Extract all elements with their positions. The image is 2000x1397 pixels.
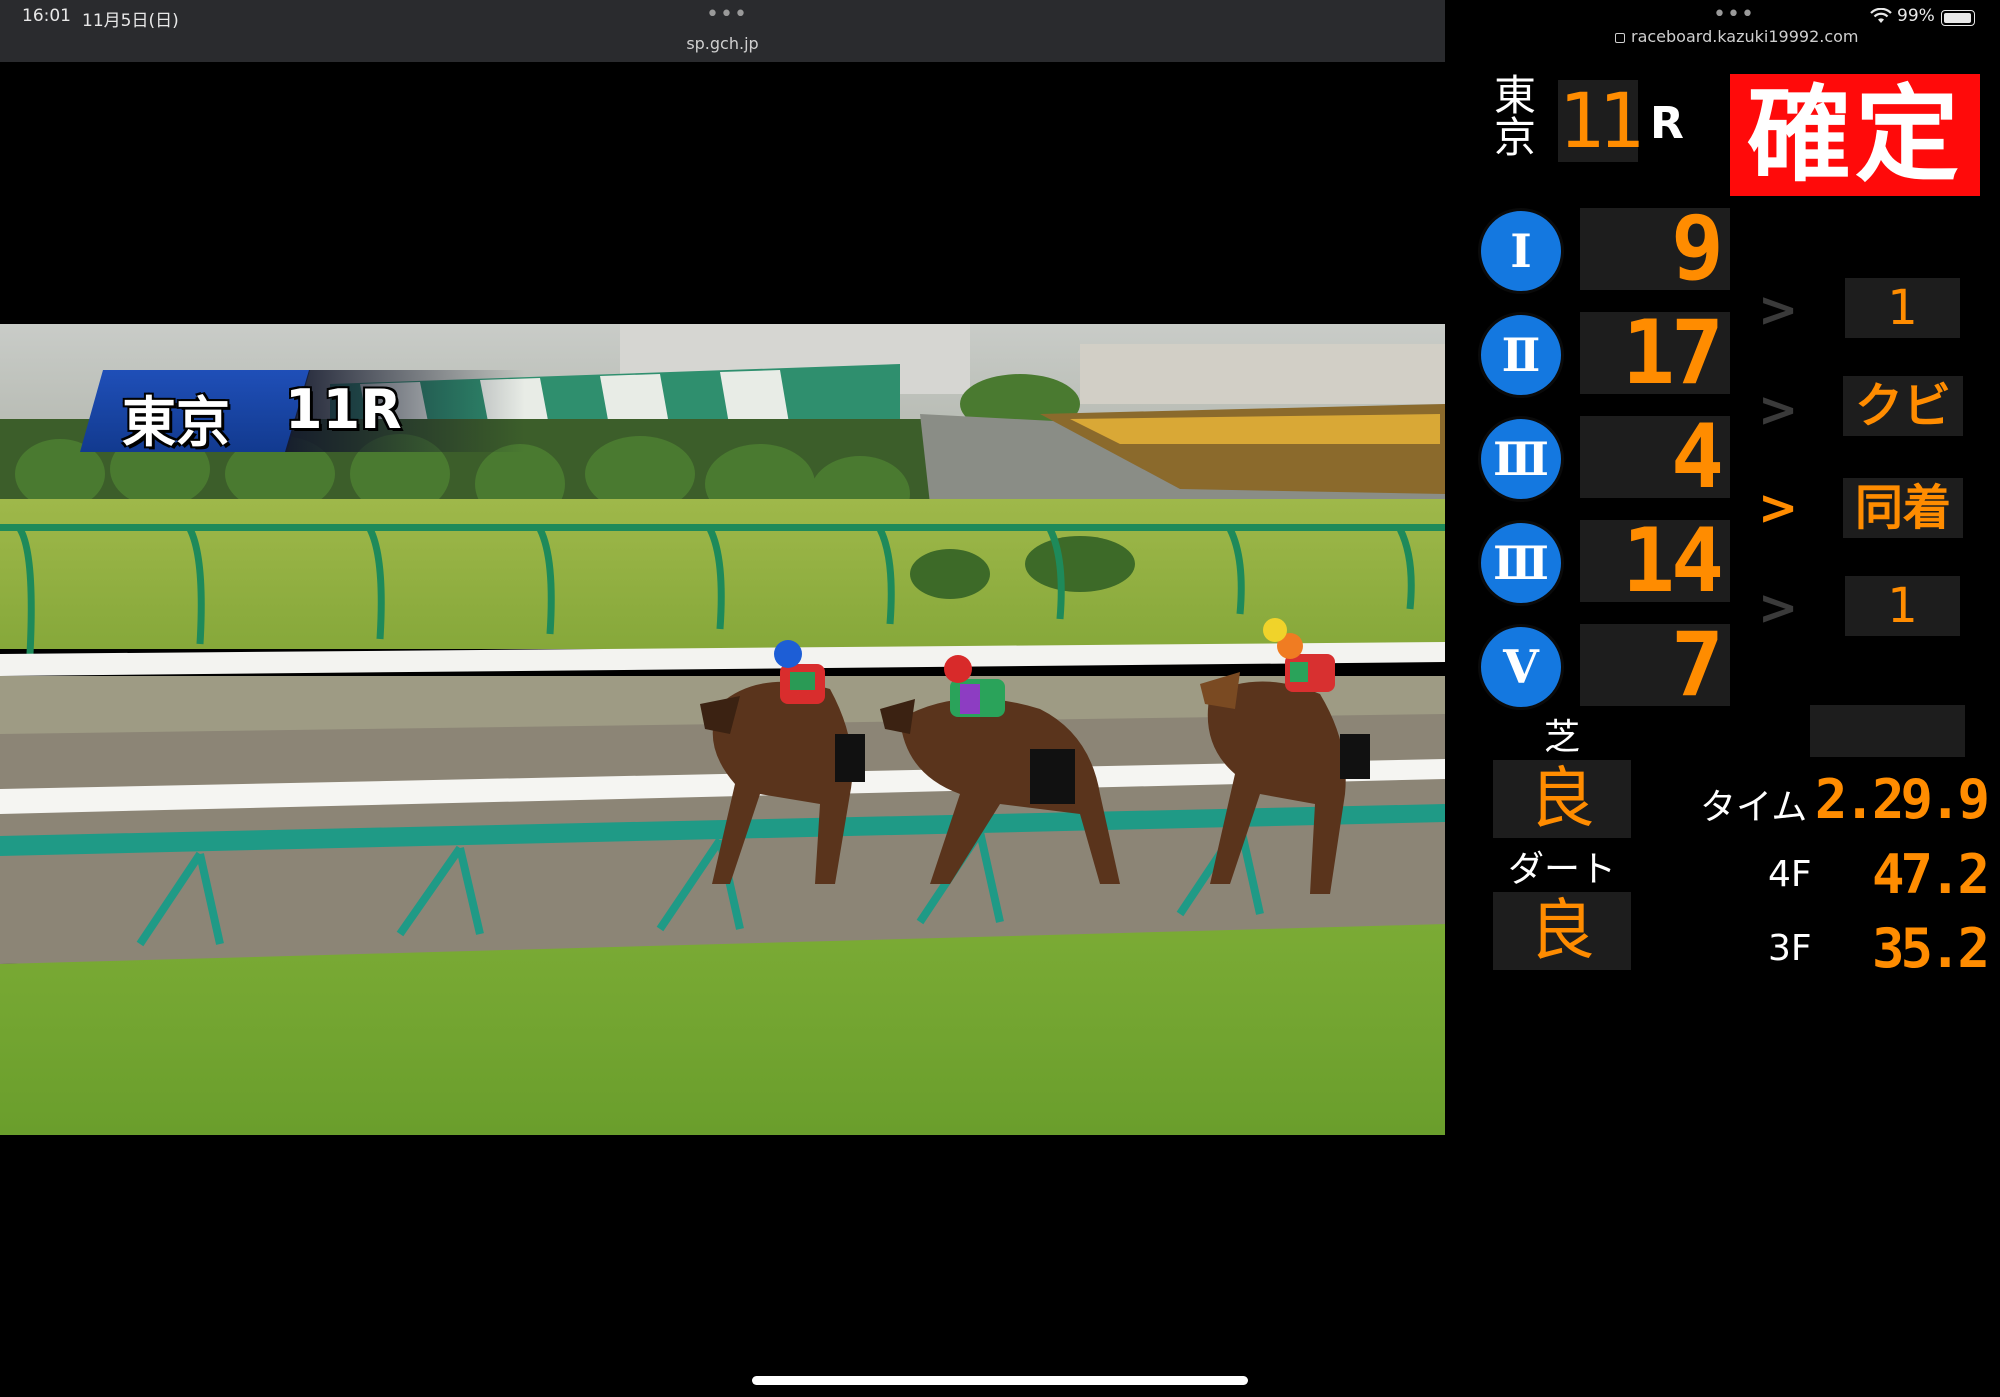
- multitask-dots-icon[interactable]: •••: [706, 2, 748, 27]
- right-browser-pane: ••• raceboard.kazuki19992.com 99% 東京 11 …: [1445, 0, 2000, 1397]
- dirt-label: ダート: [1507, 849, 1616, 890]
- rank-3b-horse-number: 14: [1580, 517, 1730, 605]
- board-race-suffix: R: [1650, 98, 1684, 149]
- video-race-banner: 東京 11R: [80, 370, 525, 454]
- board-track-name: 東京: [1493, 71, 1536, 162]
- status-time: 16:01: [22, 6, 71, 26]
- rank-3b-icon: Ⅲ: [1478, 520, 1564, 606]
- margin-value-4: 1: [1845, 576, 1960, 636]
- left-status-bar: 16:01 11月5日(日) ••• sp.gch.jp: [0, 0, 1445, 62]
- rank-5-horse-number: 7: [1580, 621, 1730, 709]
- margin-value-3: 同着: [1843, 478, 1963, 538]
- multitask-dots-icon-right[interactable]: •••: [1713, 2, 1755, 27]
- blank-indicator-box: [1810, 705, 1965, 757]
- rank-3-icon: Ⅲ: [1478, 416, 1564, 502]
- margin-arrow-3: >: [1758, 480, 1799, 536]
- url-text: raceboard.kazuki19992.com: [1631, 27, 1859, 46]
- status-date: 11月5日(日): [82, 11, 179, 31]
- last-3f-value: 35.2: [1871, 917, 1990, 980]
- battery-percentage: 99%: [1897, 6, 1935, 26]
- last-4f-label: 4F: [1768, 854, 1812, 895]
- banner-race-number: 11R: [285, 378, 402, 441]
- margin-arrow-1: >: [1758, 282, 1799, 338]
- result-status-badge: 確定: [1730, 74, 1980, 196]
- home-indicator[interactable]: [752, 1376, 1248, 1385]
- left-browser-pane: 16:01 11月5日(日) ••• sp.gch.jp 東京 11R: [0, 0, 1445, 1397]
- last-4f-value: 47.2: [1871, 843, 1990, 906]
- rank-3-horse-number: 4: [1580, 413, 1730, 501]
- turf-label: 芝: [1543, 717, 1580, 758]
- address-bar-url[interactable]: sp.gch.jp: [0, 34, 1445, 53]
- turf-condition: 良: [1493, 760, 1631, 838]
- banner-track-name: 東京: [122, 391, 230, 454]
- rank-1-icon: Ⅰ: [1478, 208, 1564, 294]
- wifi-icon: [1870, 8, 1892, 23]
- last-3f-label: 3F: [1768, 928, 1812, 969]
- rank-2-icon: Ⅱ: [1478, 312, 1564, 398]
- margin-arrow-4: >: [1758, 580, 1799, 636]
- lock-icon: [1615, 32, 1625, 43]
- margin-value-2: クビ: [1843, 376, 1963, 436]
- time-label: タイム: [1700, 787, 1808, 828]
- rank-2-horse-number: 17: [1580, 309, 1730, 397]
- race-time-value: 2.29.9: [1814, 768, 1990, 831]
- rank-1-horse-number: 9: [1580, 205, 1730, 293]
- dirt-condition: 良: [1493, 892, 1631, 970]
- margin-value-1: 1: [1845, 278, 1960, 338]
- rank-5-icon: Ⅴ: [1478, 624, 1564, 710]
- board-race-number: 11: [1558, 76, 1644, 165]
- battery-icon: [1941, 10, 1975, 26]
- margin-arrow-2: >: [1758, 382, 1799, 438]
- address-bar-url-right[interactable]: raceboard.kazuki19992.com: [1615, 27, 1859, 46]
